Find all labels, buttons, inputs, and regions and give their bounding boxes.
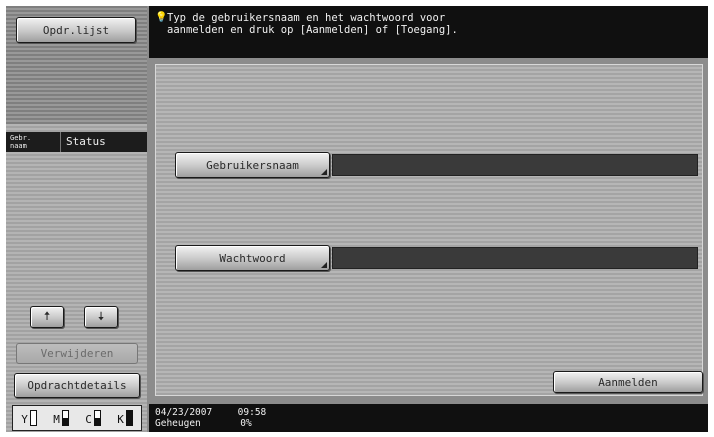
username-label: Gebruikersnaam bbox=[206, 158, 299, 172]
job-list-button[interactable]: Opdr.lijst bbox=[16, 17, 136, 43]
arrow-up-icon: 🠅 bbox=[43, 308, 51, 323]
toner-m: M bbox=[53, 410, 69, 426]
login-panel: Gebruikersnaam Wachtwoord Aanmelden bbox=[155, 64, 703, 396]
toner-letter: C bbox=[85, 413, 92, 426]
message-text: Typ de gebruikersnaam en het wachtwoord … bbox=[167, 12, 458, 36]
header-divider bbox=[60, 132, 61, 152]
login-button[interactable]: Aanmelden bbox=[553, 371, 703, 393]
toner-bar bbox=[61, 410, 69, 426]
username-field[interactable] bbox=[332, 154, 698, 176]
arrow-down-icon: 🠇 bbox=[97, 308, 105, 323]
username-button[interactable]: Gebruikersnaam bbox=[175, 152, 330, 178]
memory-label: Geheugen bbox=[155, 418, 201, 429]
instruction-message: 💡 Typ de gebruikersnaam en het wachtwoor… bbox=[149, 6, 708, 58]
toner-levels: Y M C K bbox=[12, 405, 142, 431]
header-status: Status bbox=[66, 135, 106, 148]
corner-mark-icon bbox=[321, 262, 327, 268]
delete-button[interactable]: Verwijderen bbox=[16, 343, 138, 364]
toner-bar bbox=[125, 410, 133, 426]
toner-letter: K bbox=[117, 413, 124, 426]
toner-k: K bbox=[117, 410, 133, 426]
screen-frame: Opdr.lijst Gebr. naam Status 🠅 🠇 Verwijd… bbox=[6, 6, 708, 432]
scroll-down-button[interactable]: 🠇 bbox=[84, 306, 118, 328]
status-time: 09:58 bbox=[237, 407, 267, 418]
status-date: 04/23/2007 bbox=[155, 407, 213, 418]
toner-letter: Y bbox=[21, 413, 28, 426]
lightbulb-icon: 💡 bbox=[155, 12, 168, 23]
password-button[interactable]: Wachtwoord bbox=[175, 245, 330, 271]
password-row: Wachtwoord bbox=[175, 245, 698, 271]
password-field[interactable] bbox=[332, 247, 698, 269]
toner-c: C bbox=[85, 410, 101, 426]
toner-bar bbox=[29, 410, 37, 426]
toner-bar bbox=[93, 410, 101, 426]
username-row: Gebruikersnaam bbox=[175, 152, 698, 178]
header-user-name: Gebr. naam bbox=[10, 134, 32, 150]
status-bar: 04/23/2007 09:58 Geheugen 0% bbox=[149, 404, 708, 432]
toner-y: Y bbox=[21, 410, 37, 426]
sidebar: Opdr.lijst Gebr. naam Status 🠅 🠇 Verwijd… bbox=[6, 6, 147, 432]
corner-mark-icon bbox=[321, 169, 327, 175]
password-label: Wachtwoord bbox=[219, 251, 286, 265]
memory-value: 0% bbox=[240, 418, 252, 429]
toner-letter: M bbox=[53, 413, 60, 426]
memory-info: Geheugen 0% bbox=[155, 418, 252, 429]
job-details-button[interactable]: Opdrachtdetails bbox=[14, 373, 140, 398]
job-list-header: Gebr. naam Status bbox=[6, 132, 147, 152]
scroll-up-button[interactable]: 🠅 bbox=[30, 306, 64, 328]
date-time: 04/23/2007 09:58 bbox=[155, 407, 266, 418]
